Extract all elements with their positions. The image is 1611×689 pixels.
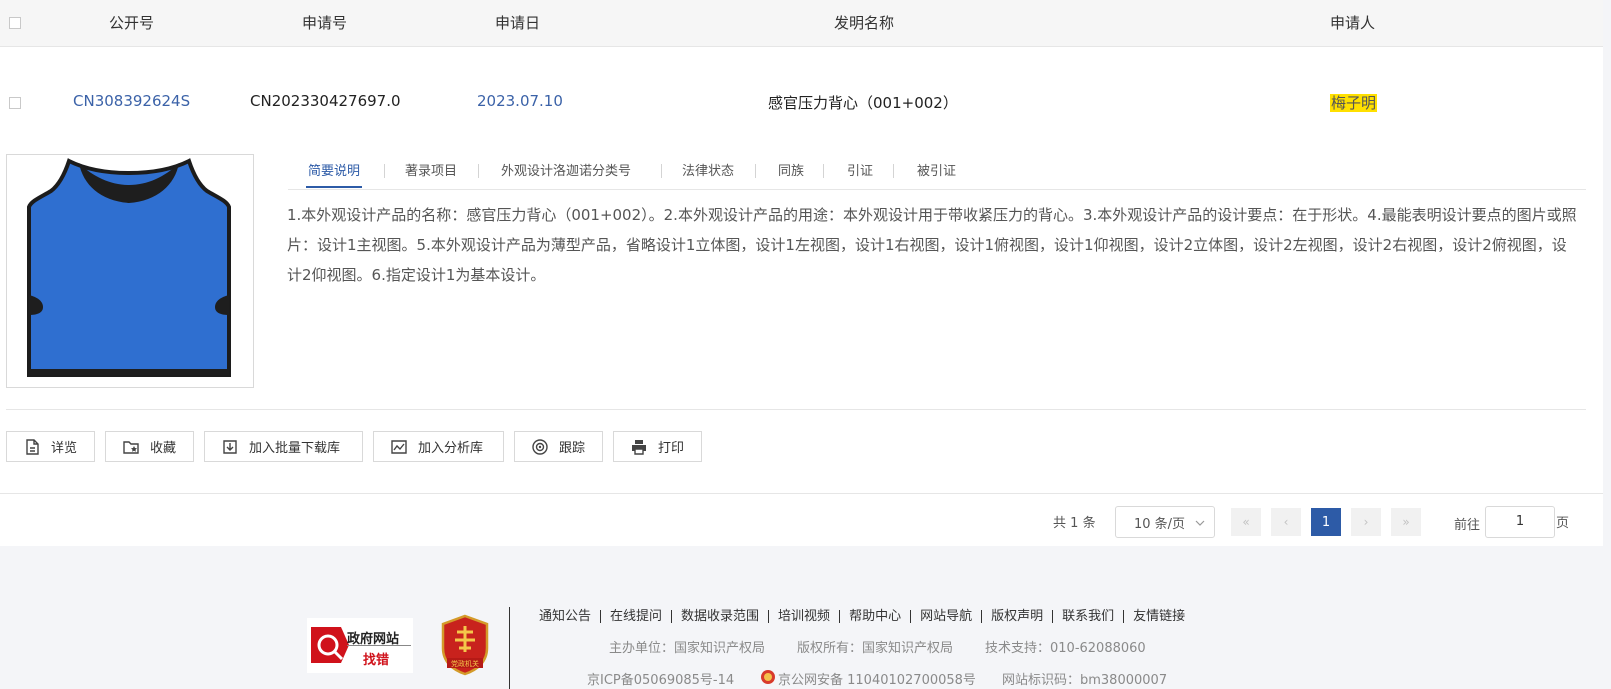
add-batch-download-label: 加入批量下载库: [249, 441, 341, 456]
invention-title[interactable]: 感官压力背心（001+002）: [768, 92, 958, 113]
total-suffix: 条: [1082, 516, 1096, 531]
applicant-highlight: 梅子明: [1330, 94, 1378, 112]
tab-citations[interactable]: 引证: [847, 160, 873, 179]
tab-active-indicator: [306, 186, 362, 188]
gov-error-badge[interactable]: 政府网站 找错: [307, 618, 413, 673]
favorite-label: 收藏: [150, 441, 177, 456]
printer-icon: [632, 439, 646, 455]
police-badge-icon: [761, 670, 775, 684]
footer-host: 主办单位：国家知识产权局: [609, 641, 766, 656]
pub-no-link[interactable]: CN308392624S: [73, 92, 190, 110]
footer-link-ask[interactable]: 在线提问: [601, 609, 671, 624]
goto-suffix: 页: [1556, 516, 1570, 531]
header-title[interactable]: 发明名称: [834, 12, 894, 33]
footer-link-friends[interactable]: 友情链接: [1124, 609, 1194, 624]
tab-summary[interactable]: 简要说明: [308, 160, 360, 179]
footer-site-id: 网站标识码：bm38000007: [1002, 673, 1168, 688]
track-label: 跟踪: [559, 441, 586, 456]
add-batch-download-button[interactable]: 加入批量下载库: [204, 431, 363, 462]
total-prefix: 共: [1053, 516, 1067, 531]
detail-button[interactable]: 详览: [6, 431, 95, 462]
footer-link-sitemap[interactable]: 网站导航: [911, 609, 981, 624]
results-panel: 公开号 申请号 申请日 发明名称 申请人 CN308392624S CN2023…: [0, 0, 1603, 546]
footer-divider: [509, 607, 510, 689]
header-app-date[interactable]: 申请日: [495, 12, 540, 33]
total-count: 共 1 条: [1053, 512, 1096, 531]
track-icon: [532, 438, 548, 455]
next-page-button[interactable]: ›: [1351, 508, 1381, 536]
footer-link-data-scope[interactable]: 数据收录范围: [672, 609, 768, 624]
print-label: 打印: [658, 441, 685, 456]
last-page-button[interactable]: »: [1391, 508, 1421, 536]
current-page[interactable]: 1: [1311, 508, 1341, 536]
summary-text: 1.本外观设计产品的名称：感官压力背心（001+002）。2.本外观设计产品的用…: [287, 206, 1577, 284]
footer-police[interactable]: 京公网安备 11040102700058号: [778, 669, 976, 688]
footer-link-training[interactable]: 培训视频: [769, 609, 839, 624]
page-size-value: 10 条/页: [1134, 516, 1186, 532]
prev-page-button[interactable]: ‹: [1271, 508, 1301, 536]
footer-link-help[interactable]: 帮助中心: [840, 609, 910, 624]
tab-separator: [823, 164, 824, 178]
tab-separator: [893, 164, 894, 178]
row-checkbox[interactable]: [9, 97, 21, 109]
footer-link-notice[interactable]: 通知公告: [530, 609, 600, 624]
add-analysis-label: 加入分析库: [418, 441, 484, 456]
favorite-button[interactable]: 收藏: [105, 431, 194, 462]
tab-legal-status[interactable]: 法律状态: [682, 160, 734, 179]
tab-cited-by[interactable]: 被引证: [917, 160, 956, 179]
chart-icon: [391, 439, 407, 454]
table-header: 公开号 申请号 申请日 发明名称 申请人: [0, 0, 1603, 47]
tab-family[interactable]: 同族: [778, 160, 804, 179]
document-icon: [26, 438, 39, 455]
detail-tabs: 简要说明 著录项目 外观设计洛迦诺分类号 法律状态 同族 引证 被引证: [288, 160, 1586, 190]
badge1-subtitle: 找错: [363, 653, 390, 668]
footer-copyright: 版权所有：国家知识产权局: [797, 641, 954, 656]
applicant[interactable]: 梅子明: [1330, 92, 1378, 113]
print-button[interactable]: 打印: [613, 431, 702, 462]
footer-support: 技术支持：010-62088060: [985, 641, 1146, 656]
select-all-checkbox[interactable]: [9, 17, 21, 29]
add-analysis-button[interactable]: 加入分析库: [373, 431, 504, 462]
folder-star-icon: [123, 440, 139, 454]
app-no: CN202330427697.0: [250, 92, 401, 110]
tab-separator: [478, 164, 479, 178]
page-size-select[interactable]: 10 条/页: [1115, 506, 1215, 538]
chevron-down-icon: [1195, 520, 1205, 526]
header-applicant[interactable]: 申请人: [1330, 12, 1375, 33]
download-icon: [223, 439, 237, 454]
header-pub-no[interactable]: 公开号: [109, 12, 154, 33]
tab-separator: [384, 164, 385, 178]
tab-separator: [661, 164, 662, 178]
total-value: 1: [1070, 516, 1079, 531]
detail-label: 详览: [51, 441, 78, 456]
badge2-text: 党政机关: [451, 659, 479, 668]
footer-link-copyright[interactable]: 版权声明: [982, 609, 1052, 624]
goto-prefix: 前往: [1454, 518, 1481, 533]
tab-locarno[interactable]: 外观设计洛迦诺分类号: [501, 160, 631, 179]
track-button[interactable]: 跟踪: [514, 431, 603, 462]
app-date-link[interactable]: 2023.07.10: [477, 92, 563, 110]
design-thumbnail[interactable]: [6, 154, 254, 388]
footer-link-contact[interactable]: 联系我们: [1053, 609, 1123, 624]
tab-bibliographic[interactable]: 著录项目: [405, 160, 457, 179]
footer-links: 通知公告 在线提问 数据收录范围 培训视频 帮助中心 网站导航 版权声明 联系我们 友情链接: [530, 605, 1194, 624]
badge1-rule: [347, 645, 411, 646]
first-page-button[interactable]: «: [1231, 508, 1261, 536]
header-app-no[interactable]: 申请号: [302, 12, 347, 33]
goto-page-input[interactable]: 1: [1485, 506, 1555, 538]
divider: [6, 409, 1586, 410]
footer-icp[interactable]: 京ICP备05069085号-14: [587, 669, 734, 688]
pager-divider: [0, 493, 1603, 494]
party-gov-emblem[interactable]: 党政机关: [439, 614, 491, 676]
tab-separator: [755, 164, 756, 178]
vest-image: [27, 158, 231, 377]
